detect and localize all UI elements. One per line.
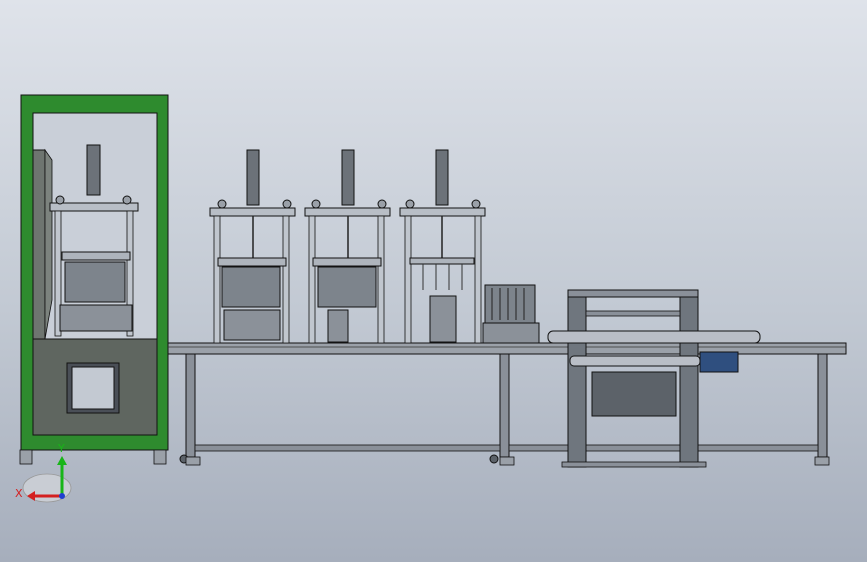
leveling-foot	[814, 456, 830, 466]
roller-frame-beam	[585, 310, 681, 317]
drive-motor	[699, 351, 739, 373]
table-leg	[499, 353, 510, 458]
bolt	[405, 199, 415, 209]
press-column	[308, 215, 316, 344]
bolt	[217, 199, 227, 209]
press-base	[59, 304, 133, 332]
press-base	[223, 309, 281, 341]
press-top-plate	[209, 207, 296, 217]
bolt	[122, 195, 132, 205]
table-rail	[194, 444, 501, 452]
bolt	[282, 199, 292, 209]
access-panel-window	[71, 366, 115, 410]
roller-foot	[561, 461, 707, 468]
bolt	[471, 199, 481, 209]
roller-frame-post	[679, 289, 699, 468]
conveyor-roller	[547, 330, 761, 344]
press-cylinder	[246, 149, 260, 206]
press-plate	[217, 257, 287, 267]
bolt	[55, 195, 65, 205]
table-leg	[185, 353, 196, 458]
main-table	[167, 342, 847, 466]
bolt	[377, 199, 387, 209]
press-column	[404, 215, 412, 344]
press-tooling	[317, 266, 377, 308]
bolt	[311, 199, 321, 209]
press-plate	[409, 257, 475, 265]
film-roll	[591, 371, 677, 417]
press-tooling	[221, 266, 281, 308]
press-cylinder	[341, 149, 355, 206]
side-wall	[32, 149, 46, 340]
roller-frame-post	[567, 289, 587, 468]
press-station-3	[399, 149, 486, 344]
press-column	[282, 215, 290, 344]
table-rail	[508, 444, 819, 452]
press-base	[327, 309, 349, 343]
leveling-foot	[499, 456, 515, 466]
conveyor-roller	[569, 355, 701, 367]
press-top-plate	[304, 207, 391, 217]
feeder-base	[482, 322, 540, 344]
press-plate	[61, 251, 131, 261]
press-top-plate	[49, 202, 139, 212]
press-cylinder	[86, 144, 101, 196]
press-plate	[312, 257, 382, 267]
press-tooling	[64, 261, 126, 303]
press-column	[377, 215, 385, 344]
caster	[489, 454, 499, 464]
enclosed-station	[19, 94, 169, 465]
cad-viewport[interactable]: Y X	[0, 0, 867, 562]
press-base	[429, 295, 457, 343]
table-leg	[817, 353, 828, 458]
leveling-foot	[185, 456, 201, 466]
press-column	[213, 215, 221, 344]
axis-x-label: X	[15, 487, 23, 500]
press-station-2	[304, 149, 391, 344]
press-station-1	[209, 149, 296, 344]
press-column	[474, 215, 482, 344]
press-cylinder	[435, 149, 449, 206]
axis-y-arrow	[57, 456, 67, 465]
axis-z-dot	[59, 493, 65, 499]
feeder-unit	[482, 284, 540, 344]
table-top	[167, 342, 847, 355]
leveling-foot	[153, 449, 167, 465]
axis-y-label: Y	[57, 442, 65, 455]
leveling-foot	[19, 449, 33, 465]
press-top-plate	[399, 207, 486, 217]
conveyor-roller-unit	[547, 289, 761, 468]
roller-frame-beam	[567, 289, 699, 298]
